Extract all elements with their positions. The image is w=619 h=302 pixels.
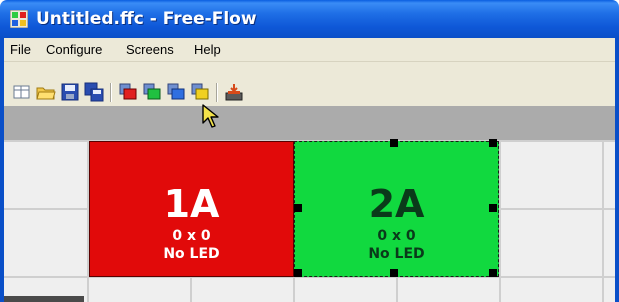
menu-bar: File Configure Screens Help xyxy=(4,38,615,62)
toolbar-separator xyxy=(216,83,217,102)
window-border-right xyxy=(615,38,619,302)
toolbar xyxy=(4,62,615,106)
workspace-header-band xyxy=(4,106,615,140)
screen-red-icon[interactable] xyxy=(118,82,138,102)
save-as-icon[interactable] xyxy=(84,82,104,102)
window-title: Untitled.ffc - Free-Flow xyxy=(36,9,257,29)
screen-green-icon[interactable] xyxy=(142,82,162,102)
title-bar[interactable]: Untitled.ffc - Free-Flow xyxy=(0,0,619,38)
screen-dimensions: 0 x 0 xyxy=(377,228,416,244)
resize-handle-bottom-right[interactable] xyxy=(489,269,497,277)
resize-handle-bottom[interactable] xyxy=(390,269,398,277)
menu-configure[interactable]: Configure xyxy=(46,38,102,61)
screen-blue-icon[interactable] xyxy=(166,82,186,102)
resize-handle-left[interactable] xyxy=(294,204,302,212)
screen-tile-1a[interactable]: 1A 0 x 0 No LED xyxy=(89,141,294,277)
screen-id: 1A xyxy=(163,182,220,226)
screen-tile-2a[interactable]: 2A 0 x 0 No LED xyxy=(294,141,499,277)
menu-screens[interactable]: Screens xyxy=(126,38,174,61)
resize-handle-right[interactable] xyxy=(489,204,497,212)
mouse-pointer-icon xyxy=(202,104,219,128)
bottom-strip xyxy=(4,296,84,302)
new-file-icon[interactable] xyxy=(12,82,32,102)
export-icon[interactable] xyxy=(224,82,244,102)
screen-led-status: No LED xyxy=(163,246,220,262)
resize-handle-top-right[interactable] xyxy=(489,139,497,147)
app-icon xyxy=(10,10,28,28)
resize-handle-bottom-left[interactable] xyxy=(294,269,302,277)
resize-handle-top[interactable] xyxy=(390,139,398,147)
screen-yellow-icon[interactable] xyxy=(190,82,210,102)
screen-id: 2A xyxy=(368,182,425,226)
menu-help[interactable]: Help xyxy=(194,38,221,61)
menu-file[interactable]: File xyxy=(10,38,31,61)
save-icon[interactable] xyxy=(60,82,80,102)
toolbar-separator xyxy=(110,83,111,102)
open-folder-icon[interactable] xyxy=(36,82,56,102)
screen-dimensions: 0 x 0 xyxy=(172,228,211,244)
screen-led-status: No LED xyxy=(368,246,425,262)
